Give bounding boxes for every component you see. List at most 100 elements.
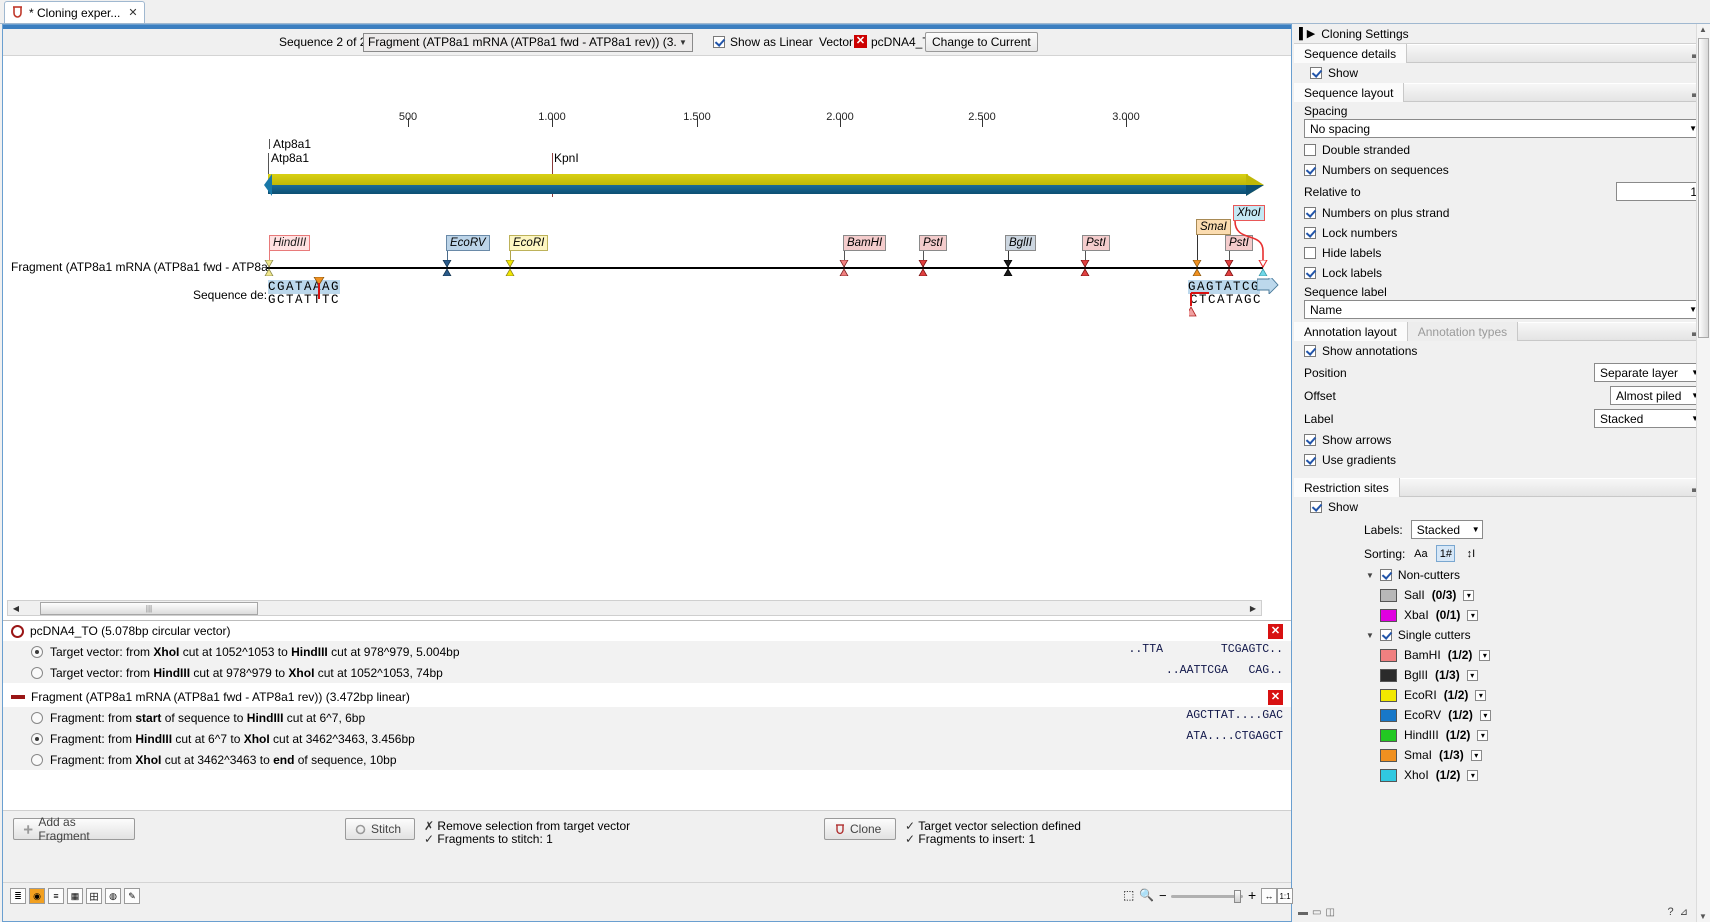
help-icon[interactable]: ?: [1667, 906, 1673, 918]
add-as-fragment-button[interactable]: Add as Fragment: [13, 815, 135, 843]
restriction-site-label-hindiii[interactable]: HindIII: [269, 235, 311, 251]
enzyme-color-swatch[interactable]: [1380, 608, 1397, 622]
vector-option-row[interactable]: Target vector: from HindIII cut at 978^9…: [3, 662, 1291, 683]
zoom-out-button[interactable]: −: [1159, 888, 1167, 903]
numbers-on-sequences-checkbox[interactable]: [1304, 164, 1316, 176]
table-view-icon[interactable]: ▦: [67, 888, 83, 904]
row-use-gradients[interactable]: Use gradients: [1294, 450, 1710, 470]
enzyme-options-icon[interactable]: ▾: [1470, 749, 1482, 761]
use-gradients-checkbox[interactable]: [1304, 454, 1316, 466]
row-sorting[interactable]: Sorting: Aa 1# ↕I: [1294, 542, 1710, 565]
double-stranded-checkbox[interactable]: [1304, 144, 1316, 156]
lock-labels-checkbox[interactable]: [1304, 267, 1316, 279]
row-position[interactable]: Position Separate layer ▼: [1294, 361, 1710, 384]
sort-alphabetical-button[interactable]: Aa: [1411, 545, 1430, 562]
hide-labels-checkbox[interactable]: [1304, 247, 1316, 259]
circle-view-icon[interactable]: ◉: [29, 888, 45, 904]
vector-option-radio-2[interactable]: [31, 666, 43, 679]
fragment-option-radio-1[interactable]: [31, 711, 43, 724]
row-numbers-plus-strand[interactable]: Numbers on plus strand: [1294, 203, 1710, 223]
row-show-sequence-details[interactable]: Show: [1294, 63, 1710, 83]
fragment-option-radio-3[interactable]: [31, 753, 43, 766]
sequence-select[interactable]: Fragment (ATP8a1 mRNA (ATP8a1 fwd - ATP8…: [363, 32, 693, 52]
zoom-slider-track[interactable]: [1171, 895, 1243, 898]
grid-view-icon[interactable]: 田: [86, 888, 102, 904]
tab-close-icon[interactable]: ✕: [125, 6, 137, 19]
restriction-site-label-bamhi[interactable]: BamHI: [843, 235, 887, 251]
vector-remove-icon[interactable]: ✕: [854, 35, 867, 48]
row-lock-labels[interactable]: Lock labels: [1294, 263, 1710, 283]
section-sequence-details[interactable]: Sequence details ▬: [1294, 44, 1710, 63]
restriction-site-label-psti-2[interactable]: PstI: [1082, 235, 1110, 251]
enzyme-row-bamhi[interactable]: BamHI (1/2) ▾: [1294, 645, 1710, 665]
row-hide-labels[interactable]: Hide labels: [1294, 243, 1710, 263]
show-arrows-checkbox[interactable]: [1304, 434, 1316, 446]
row-show-arrows[interactable]: Show arrows: [1294, 430, 1710, 450]
remove-vector-button[interactable]: ✕: [1268, 624, 1283, 639]
enzyme-options-icon[interactable]: ▾: [1479, 649, 1491, 661]
section-annotation-layout[interactable]: Annotation layout Annotation types ▬: [1294, 322, 1710, 341]
enzyme-color-swatch[interactable]: [1380, 648, 1397, 662]
sequence-label-select[interactable]: Name ▼: [1304, 300, 1700, 319]
zoom-in-button[interactable]: +: [1248, 887, 1256, 903]
collapse-panel-icon[interactable]: ▌▶: [1299, 27, 1315, 40]
position-select[interactable]: Separate layer ▼: [1594, 363, 1702, 382]
feature-arrow-atp8a1[interactable]: [264, 174, 1264, 196]
scroll-down-icon[interactable]: ▼: [1699, 912, 1707, 921]
remove-fragment-button[interactable]: ✕: [1268, 690, 1283, 705]
restriction-site-label-ecori[interactable]: EcoRI: [509, 235, 549, 251]
vector-option-radio-1[interactable]: [31, 645, 43, 658]
sequence-snippet-left-bottom[interactable]: GCTATTTC: [268, 293, 340, 307]
row-label[interactable]: Label Stacked ▼: [1294, 407, 1710, 430]
sequence-map-canvas[interactable]: 500 1.000 1.500 2.000 2.500 3.000 Atp8a1…: [3, 56, 1291, 599]
enzyme-options-icon[interactable]: ▾: [1475, 689, 1487, 701]
restriction-site-label-xhoi[interactable]: XhoI: [1233, 205, 1265, 221]
scroll-track[interactable]: |||: [24, 601, 1245, 615]
zoom-tool-icon[interactable]: 🔍: [1139, 888, 1154, 902]
chevron-down-icon[interactable]: ▼: [1366, 631, 1374, 640]
row-show-annotations[interactable]: Show annotations: [1294, 341, 1710, 361]
scroll-right-icon[interactable]: ▶: [1245, 601, 1261, 615]
sequence-snippet-left-top[interactable]: CGATAAAG: [268, 280, 341, 294]
enzyme-color-swatch[interactable]: [1380, 708, 1397, 722]
fragment-option-row[interactable]: Fragment: from HindIII cut at 6^7 to Xho…: [3, 728, 1291, 749]
group-non-cutters[interactable]: ▼ Non-cutters: [1294, 565, 1710, 585]
fragment-option-radio-2[interactable]: [31, 732, 43, 745]
pointer-icon[interactable]: ⬚: [1123, 888, 1134, 902]
enzyme-color-swatch[interactable]: [1380, 588, 1397, 602]
restriction-site-label-ecorv[interactable]: EcoRV: [446, 235, 490, 251]
one-to-one-button[interactable]: 1:1: [1277, 888, 1293, 904]
enzyme-color-swatch[interactable]: [1380, 668, 1397, 682]
change-to-current-button[interactable]: Change to Current: [925, 32, 1038, 52]
show-sequence-details-checkbox[interactable]: [1310, 67, 1322, 79]
enzyme-row-bglii[interactable]: BglII (1/3) ▾: [1294, 665, 1710, 685]
sort-other-button[interactable]: ↕I: [1461, 545, 1480, 562]
row-sequence-label-select[interactable]: Name ▼: [1294, 299, 1710, 322]
scroll-up-icon[interactable]: ▲: [1699, 25, 1707, 34]
numbers-on-plus-strand-checkbox[interactable]: [1304, 207, 1316, 219]
enzyme-options-icon[interactable]: ▾: [1479, 709, 1491, 721]
list-view-icon[interactable]: ≣: [10, 888, 26, 904]
row-relative-to[interactable]: Relative to 1: [1294, 180, 1710, 203]
sidebar-header[interactable]: ▌▶ Cloning Settings: [1294, 24, 1710, 44]
enzyme-options-icon[interactable]: ▾: [1477, 729, 1489, 741]
relative-to-input[interactable]: 1: [1616, 182, 1702, 201]
show-restriction-sites-checkbox[interactable]: [1310, 501, 1322, 513]
enzyme-options-icon[interactable]: ▾: [1467, 769, 1479, 781]
fragment-group-header[interactable]: Fragment (ATP8a1 mRNA (ATP8a1 fwd - ATP8…: [3, 687, 1291, 707]
section-restriction-sites[interactable]: Restriction sites ▬: [1294, 478, 1710, 497]
sort-by-number-button[interactable]: 1#: [1436, 545, 1456, 562]
enzyme-color-swatch[interactable]: [1380, 688, 1397, 702]
map-horizontal-scrollbar[interactable]: ◀ ||| ▶: [7, 600, 1262, 616]
tab-cloning-experiment[interactable]: * Cloning exper... ✕: [4, 1, 145, 23]
section-sequence-layout[interactable]: Sequence layout ▬: [1294, 83, 1710, 102]
enzyme-row-hindiii[interactable]: HindIII (1/2) ▾: [1294, 725, 1710, 745]
enzyme-options-icon[interactable]: ▾: [1463, 589, 1475, 601]
vector-option-row[interactable]: Target vector: from XhoI cut at 1052^105…: [3, 641, 1291, 662]
tab-annotation-types[interactable]: Annotation types: [1407, 322, 1519, 341]
row-show-restriction-sites[interactable]: Show: [1294, 497, 1710, 517]
row-labels[interactable]: Labels: Stacked ▼: [1294, 517, 1710, 542]
minimize-icon[interactable]: ▬: [1298, 907, 1308, 918]
fit-width-button[interactable]: ↔: [1261, 888, 1277, 904]
row-numbers-on-sequences[interactable]: Numbers on sequences: [1294, 160, 1710, 180]
